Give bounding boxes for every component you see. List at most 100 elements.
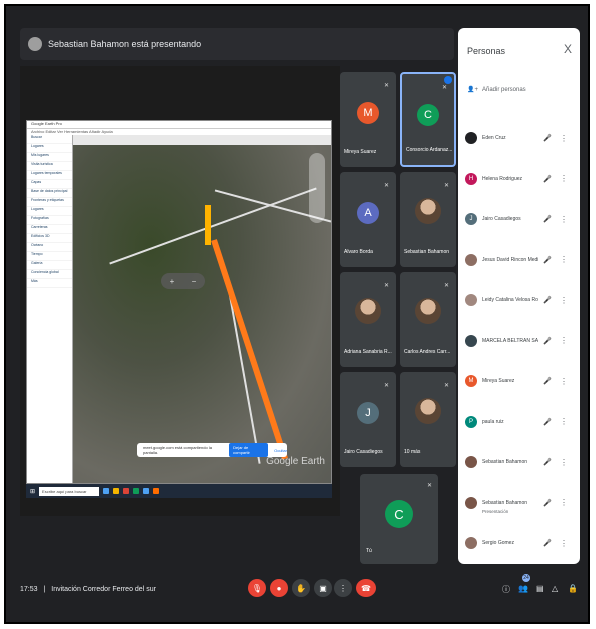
avatar: [28, 37, 42, 51]
mic-off-icon[interactable]: 🎤: [543, 499, 552, 507]
list-item[interactable]: Ppaula ruiz 🎤 ⋮: [462, 402, 576, 443]
participant-tile[interactable]: ✕ Adriana Sanabria R...: [340, 272, 396, 367]
mic-off-icon[interactable]: 🎤: [543, 377, 552, 385]
sidebar-row: Edificios 3D: [27, 234, 72, 243]
participant-tile[interactable]: ✕ J Jairo Casadiegos: [340, 372, 396, 467]
mic-off-icon[interactable]: 🎤: [543, 296, 552, 304]
avatar: [465, 496, 477, 509]
mic-off-icon[interactable]: 🎤: [543, 539, 552, 547]
more-vert-icon[interactable]: ⋮: [560, 377, 568, 386]
zoom-control: + −: [161, 273, 205, 289]
mic-off-icon: ✕: [444, 283, 450, 289]
avatar: [465, 334, 477, 347]
mic-toggle-button[interactable]: 🎙: [248, 579, 266, 597]
list-item[interactable]: M Mireya Suarez 🎤 ⋮: [462, 361, 576, 402]
lock-icon: 🔒: [568, 584, 578, 593]
participant-tile[interactable]: ✕ 10 más: [400, 372, 456, 467]
participant-tile[interactable]: ✕ M Mireya Suarez: [340, 72, 396, 167]
mic-off-icon[interactable]: 🎤: [543, 134, 552, 142]
mic-off-icon[interactable]: 🎤: [543, 215, 552, 223]
list-item[interactable]: Sergio Gomez 🎤 ⋮: [462, 523, 576, 564]
sidebar-row: Galería: [27, 261, 72, 270]
participant-name: Carlos Andres Carr...: [404, 349, 451, 355]
presenting-banner: Sebastian Bahamon está presentando: [20, 28, 454, 60]
meeting-info: 17:53 | Invitación Corredor Ferreo del s…: [20, 586, 156, 593]
sidebar-row: Base de datos principal: [27, 189, 72, 198]
close-icon[interactable]: X: [564, 42, 572, 56]
sidebar-row: Capas: [27, 180, 72, 189]
info-button[interactable]: ⓘ: [502, 584, 510, 595]
participant-photo: [415, 298, 441, 324]
list-item[interactable]: Jesus David Rincon Medina 🎤 ⋮: [462, 240, 576, 281]
activities-button[interactable]: △: [552, 584, 558, 593]
person-name: Leidy Catalina Velosa Rod...: [482, 297, 538, 304]
mic-off-icon[interactable]: 🎤: [543, 458, 552, 466]
chat-button[interactable]: ▤: [536, 584, 544, 593]
raise-hand-button[interactable]: ✋: [292, 579, 310, 597]
taskbar-app-icon: [123, 488, 130, 494]
person-name: Helena Rodriguez: [482, 175, 523, 182]
google-earth-logo: Google Earth: [266, 456, 325, 467]
participant-photo: [415, 398, 441, 424]
meet-window: Sebastian Bahamon está presentando Googl…: [4, 4, 590, 624]
share-notice-bar: meet.google.com está compartiendo la pan…: [137, 443, 287, 457]
more-vert-icon[interactable]: ⋮: [560, 134, 568, 143]
more-vert-icon[interactable]: ⋮: [560, 417, 568, 426]
add-people-button[interactable]: 👤+ Añadir personas: [467, 86, 526, 94]
more-vert-icon[interactable]: ⋮: [560, 458, 568, 467]
mic-off-icon: ✕: [444, 183, 450, 189]
meeting-title: Invitación Corredor Ferreo del sur: [51, 586, 156, 593]
more-vert-icon[interactable]: ⋮: [560, 255, 568, 264]
people-button[interactable]: 👥: [518, 584, 528, 593]
end-call-button[interactable]: ☎: [356, 579, 376, 597]
mic-off-icon[interactable]: 🎤: [543, 337, 552, 345]
more-vert-icon[interactable]: ⋮: [560, 215, 568, 224]
participant-avatar: M: [357, 102, 379, 124]
present-icon: ▣: [319, 583, 327, 593]
mic-off-icon: ✕: [384, 183, 390, 189]
list-item[interactable]: J Jairo Casadiegos 🎤 ⋮: [462, 199, 576, 240]
camera-off-icon: ●: [276, 583, 282, 593]
people-panel: Personas X 👤+ Añadir personas Eden Cruz 🎤…: [458, 28, 580, 564]
camera-toggle-button[interactable]: ●: [270, 579, 288, 597]
chat-icon: ▤: [536, 584, 544, 593]
stop-sharing-button: Dejar de compartir: [229, 443, 269, 457]
map-navigation-control: [309, 153, 325, 223]
shapes-icon: △: [552, 584, 559, 593]
more-vert-icon[interactable]: ⋮: [560, 498, 568, 507]
person-name: Sebastian Bahamon: [482, 459, 528, 466]
hide-button: Ocultar: [274, 447, 287, 453]
list-item[interactable]: H Helena Rodriguez 🎤 ⋮: [462, 159, 576, 200]
present-button[interactable]: ▣: [314, 579, 332, 597]
participant-avatar: J: [357, 402, 379, 424]
participant-tile[interactable]: ✕ Carlos Andres Carr...: [400, 272, 456, 367]
list-item[interactable]: Sebastian Bahamon 🎤 ⋮: [462, 442, 576, 483]
participant-avatar: A: [357, 202, 379, 224]
add-person-icon: 👤+: [467, 87, 478, 93]
person-name: paula ruiz: [482, 418, 504, 425]
list-item[interactable]: Leidy Catalina Velosa Rod... 🎤 ⋮: [462, 280, 576, 321]
more-vert-icon[interactable]: ⋮: [560, 539, 568, 548]
sidebar-row: Lugares temporales: [27, 171, 72, 180]
more-vert-icon[interactable]: ⋮: [560, 296, 568, 305]
mic-off-icon[interactable]: 🎤: [543, 256, 552, 264]
participant-tile[interactable]: ✕ C Consorcio Ardanaz...: [400, 72, 456, 167]
mic-off-icon[interactable]: 🎤: [543, 418, 552, 426]
participant-photo: [355, 298, 381, 324]
more-vert-icon: ⋮: [339, 583, 347, 593]
participant-tile[interactable]: ✕ A Alvaro Borda: [340, 172, 396, 267]
list-item[interactable]: Eden Cruz 🎤 ⋮: [462, 118, 576, 159]
list-item[interactable]: MARCELA BELTRAN SAR... 🎤 ⋮: [462, 321, 576, 362]
hand-icon: ✋: [296, 583, 306, 593]
participant-tile[interactable]: ✕ Sebastian Bahamon: [400, 172, 456, 267]
more-options-button[interactable]: ⋮: [334, 579, 352, 597]
more-vert-icon[interactable]: ⋮: [560, 174, 568, 183]
mic-off-icon[interactable]: 🎤: [543, 175, 552, 183]
earth-window-title: Google Earth Pro: [27, 121, 331, 129]
list-item[interactable]: Sebastian Bahamon Presentación 🎤 ⋮: [462, 483, 576, 524]
shared-screen[interactable]: Google Earth Pro Archivo Editar Ver Herr…: [20, 66, 340, 516]
self-tile[interactable]: C ✕ Tú: [360, 474, 438, 564]
more-vert-icon[interactable]: ⋮: [560, 336, 568, 345]
host-controls-button[interactable]: 🔒: [568, 584, 578, 593]
sidebar-row: Carreteras: [27, 225, 72, 234]
